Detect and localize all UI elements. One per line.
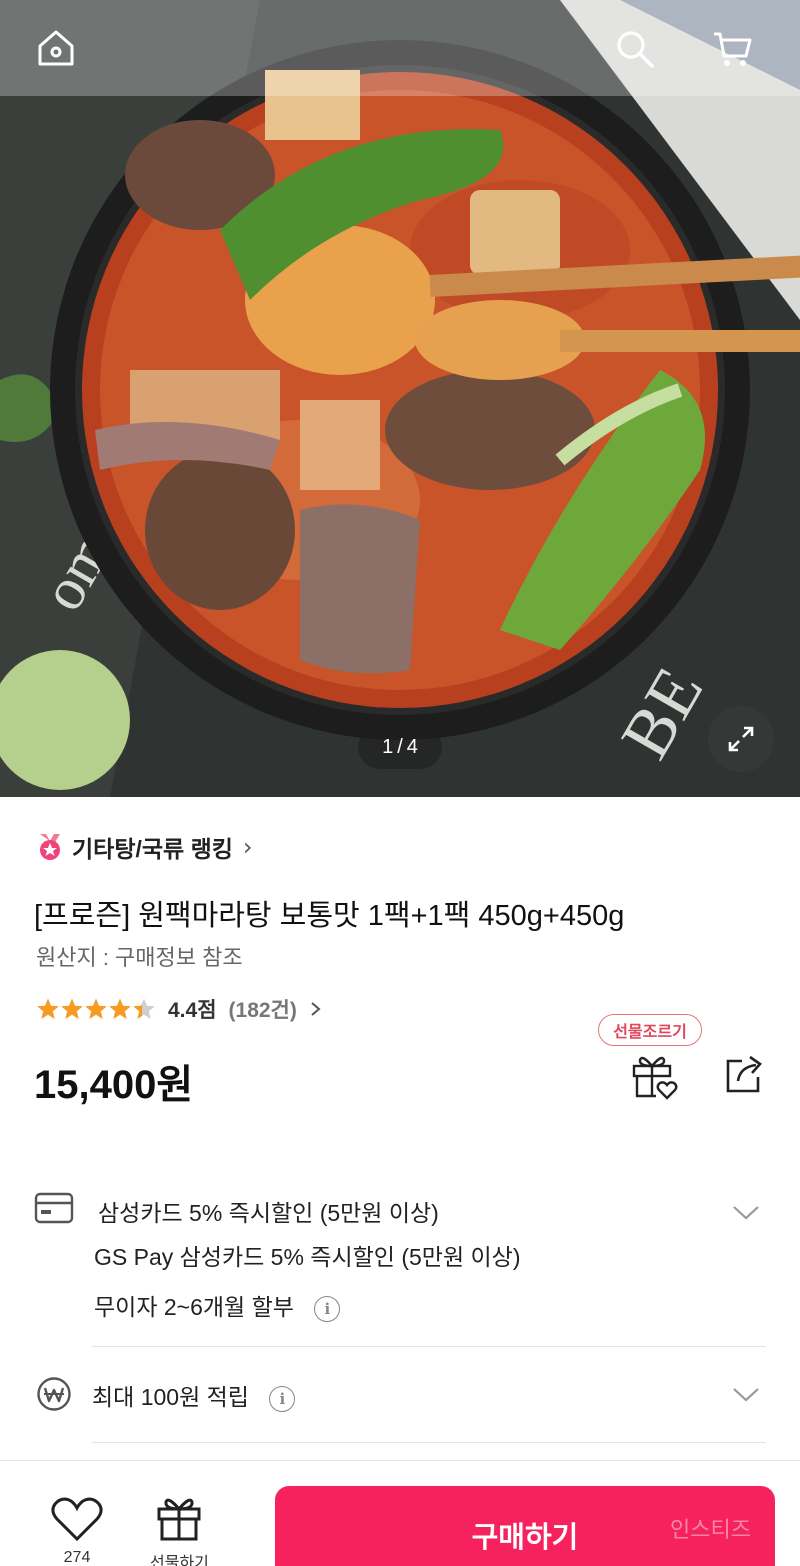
card-discount-line1: 삼성카드 5% 즉시할인 (5만원 이상) xyxy=(98,1200,439,1226)
card-icon xyxy=(34,1192,74,1224)
rating-summary[interactable]: 4.4점 (182건) xyxy=(36,994,323,1024)
product-photo: om p BE xyxy=(0,0,800,797)
watermark-text: 인스티즈 xyxy=(670,1517,751,1542)
gift-icon xyxy=(157,1498,201,1541)
star-icon xyxy=(85,998,107,1019)
home-icon xyxy=(38,30,74,66)
cart-icon xyxy=(714,32,752,66)
won-coin-icon xyxy=(37,1377,71,1411)
share-button[interactable] xyxy=(722,1053,768,1097)
installment-line: 무이자 2~6개월 할부 i xyxy=(94,1288,341,1322)
share-icon xyxy=(726,1055,762,1093)
expand-image-button[interactable] xyxy=(708,706,774,772)
like-button[interactable]: 274 xyxy=(50,1495,104,1566)
info-icon[interactable]: i xyxy=(269,1385,296,1412)
home-button[interactable] xyxy=(28,20,84,76)
category-ranking-link[interactable]: 기타탕/국류 랭킹 › xyxy=(36,830,253,864)
gift-button[interactable]: 선물하기 xyxy=(150,1491,209,1566)
chevron-down-icon[interactable] xyxy=(732,1386,760,1404)
star-icon xyxy=(37,998,59,1019)
gift-request-button[interactable] xyxy=(630,1052,678,1102)
image-counter-current: 1 xyxy=(382,735,394,758)
image-counter: 1 / 4 xyxy=(358,725,442,769)
rating-score: 4.4점 xyxy=(168,999,217,1022)
product-price: 15,400원 xyxy=(34,1063,194,1107)
product-title: [프로즌] 원팩마라탕 보통맛 1팩+1팩 450g+450g xyxy=(34,900,625,932)
points-line: 최대 100원 적립 i xyxy=(92,1378,296,1412)
expand-icon xyxy=(728,726,754,752)
product-image-gallery[interactable]: om p BE 1 / 4 xyxy=(0,0,800,797)
chevron-right-icon xyxy=(311,1002,321,1016)
gift-label: 선물하기 xyxy=(150,1555,209,1566)
top-bar xyxy=(0,0,800,96)
ranking-arrow: › xyxy=(242,833,253,861)
ranking-label: 기타탕/국류 랭킹 xyxy=(72,836,233,862)
divider xyxy=(92,1442,766,1443)
cart-button[interactable] xyxy=(704,20,760,76)
installment-text: 무이자 2~6개월 할부 xyxy=(94,1294,294,1320)
rating-stars xyxy=(36,997,156,1021)
image-counter-total: 4 xyxy=(406,735,418,758)
divider xyxy=(92,1346,766,1347)
heart-icon xyxy=(51,1497,103,1542)
gift-heart-icon xyxy=(632,1056,678,1100)
star-icon xyxy=(61,998,83,1019)
image-counter-separator: / xyxy=(397,735,403,758)
info-icon[interactable]: i xyxy=(314,1295,341,1322)
star-icon xyxy=(109,998,131,1019)
points-text: 최대 100원 적립 xyxy=(92,1384,249,1410)
gift-request-badge[interactable]: 선물조르기 xyxy=(598,1014,702,1046)
search-icon xyxy=(617,31,654,68)
card-discount-line2: GS Pay 삼성카드 5% 즉시할인 (5만원 이상) xyxy=(94,1244,521,1270)
chevron-down-icon[interactable] xyxy=(732,1204,760,1222)
search-button[interactable] xyxy=(606,20,662,76)
like-count: 274 xyxy=(63,1549,91,1566)
review-count: (182건) xyxy=(228,999,297,1022)
star-icon xyxy=(133,998,155,1019)
product-origin: 원산지 : 구매정보 참조 xyxy=(36,945,243,970)
ranking-badge-icon xyxy=(40,834,60,860)
